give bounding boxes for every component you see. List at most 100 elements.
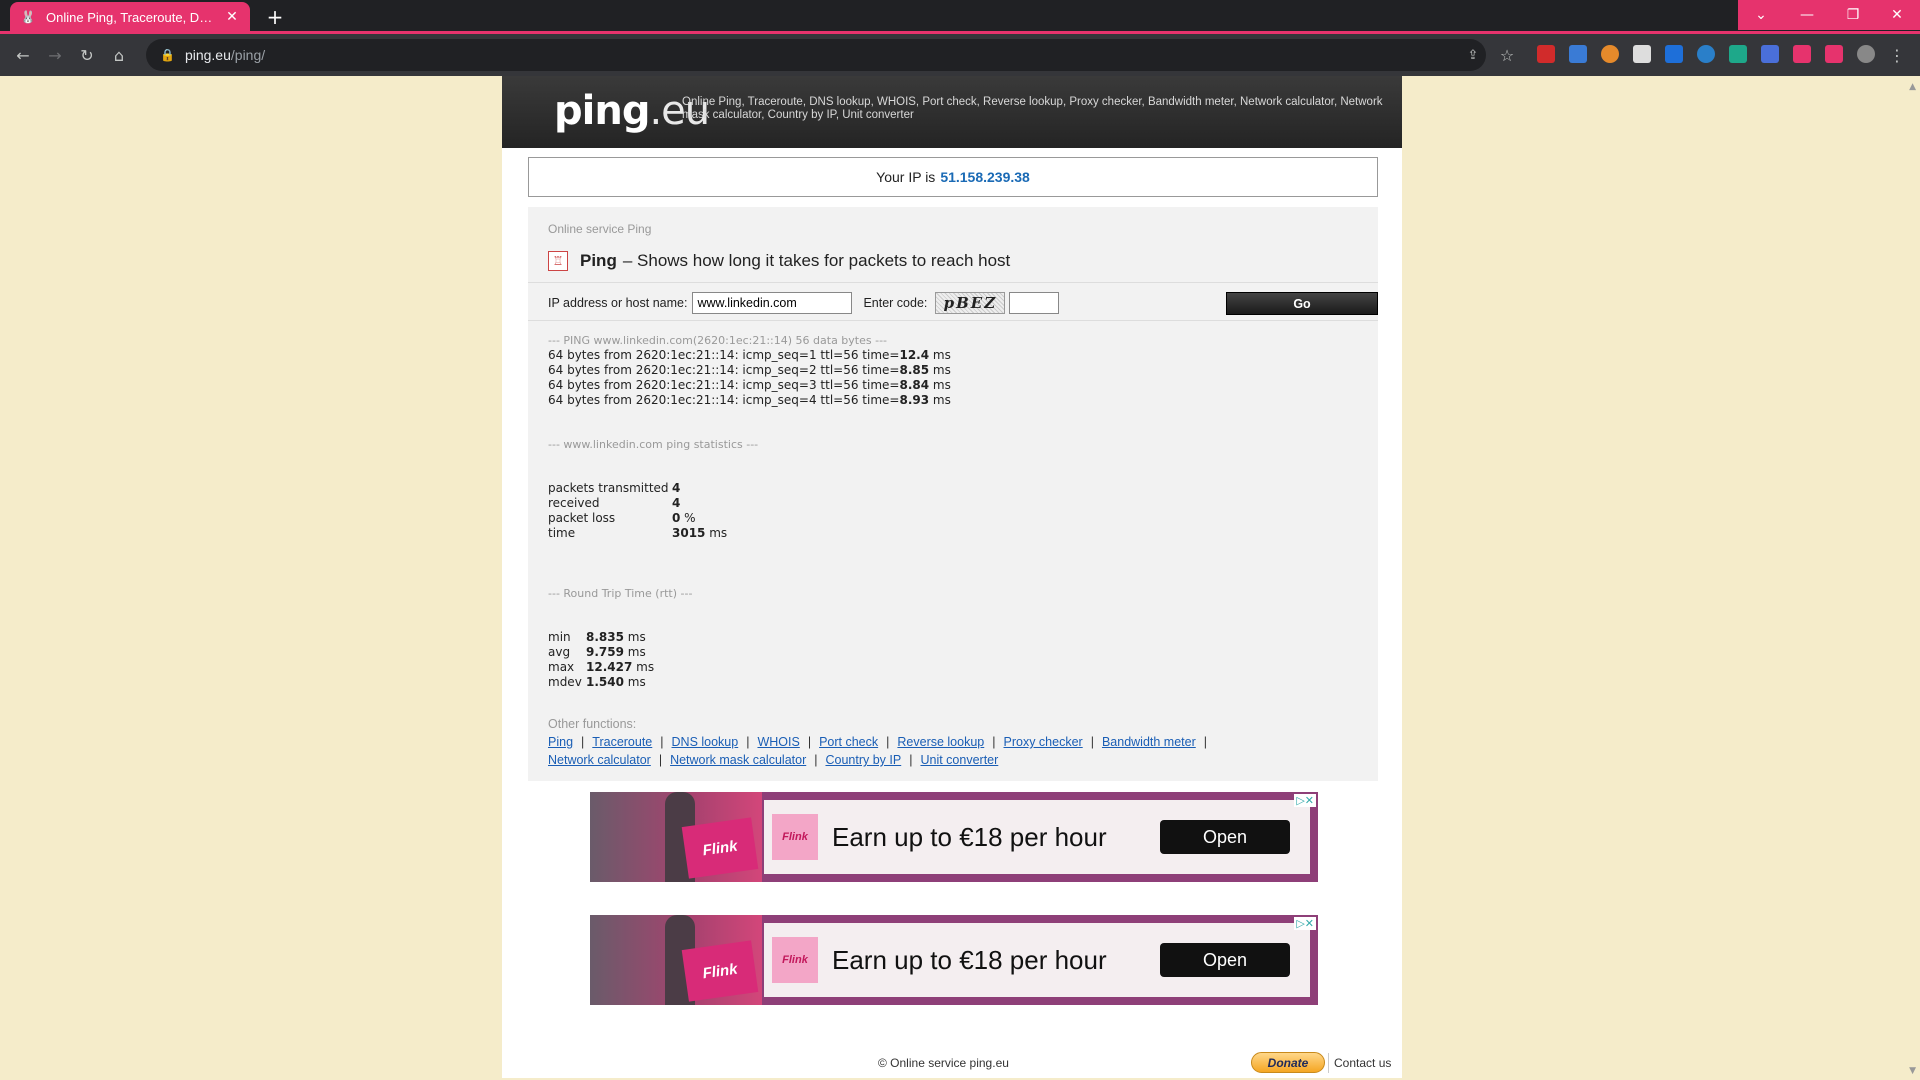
restore-icon[interactable]: ❐ xyxy=(1830,0,1876,30)
tab-bar: 🐰 Online Ping, Traceroute, DNS lookup, W… xyxy=(0,0,1920,34)
reload-icon[interactable]: ↻ xyxy=(74,42,100,68)
shield-extension-icon[interactable] xyxy=(1729,45,1747,63)
browser-tab[interactable]: 🐰 Online Ping, Traceroute, DNS lookup, W… xyxy=(10,2,250,32)
ad-card-inner: Flink Earn up to €18 per hour Open xyxy=(764,923,1310,997)
ad-photo: Flink xyxy=(590,915,762,1005)
forward-icon[interactable]: → xyxy=(42,42,68,68)
code-input[interactable] xyxy=(1009,292,1060,314)
rtt-unit: ms xyxy=(623,630,646,644)
extension-red-icon[interactable] xyxy=(1537,45,1555,63)
rtt-header: --- Round Trip Time (rtt) --- xyxy=(548,587,693,600)
page-viewport: ▲ ▼ ping.eu Online Ping, Traceroute, DNS… xyxy=(0,76,1920,1080)
link-bandwidth-meter[interactable]: Bandwidth meter xyxy=(1102,735,1196,749)
other-functions-links: Ping | Traceroute | DNS lookup | WHOIS | Port ch… xyxy=(548,733,1368,751)
link-unit-converter[interactable]: Unit converter xyxy=(920,753,998,767)
link-ping[interactable]: Ping xyxy=(548,735,573,749)
rtt-key: max xyxy=(548,660,575,674)
ad-card: Flink Earn up to €18 per hour Open xyxy=(762,792,1318,882)
profile-avatar[interactable] xyxy=(1857,45,1875,63)
close-window-icon[interactable]: ✕ xyxy=(1874,0,1920,30)
ad-banner[interactable]: Flink Flink Earn up to €18 per hour Open… xyxy=(590,915,1318,1005)
link-reverse-lookup[interactable]: Reverse lookup xyxy=(897,735,984,749)
bitwarden-icon[interactable] xyxy=(1665,45,1683,63)
reply-unit: ms xyxy=(929,363,951,377)
lock-icon[interactable]: 🔒 xyxy=(160,48,175,62)
reply-line: 64 bytes from 2620:1ec:21::14: icmp_seq=… xyxy=(548,378,951,393)
stats-table: packets transmitted 4 received 4 packet lo… xyxy=(548,481,727,541)
ad-open-button[interactable]: Open xyxy=(1160,820,1290,854)
metamask-icon[interactable] xyxy=(1601,45,1619,63)
adchoices-icon[interactable]: ▷✕ xyxy=(1294,917,1316,930)
url-host: ping.eu xyxy=(184,47,231,63)
logo-main: ping xyxy=(554,88,650,134)
rtt-key: avg xyxy=(548,645,571,659)
rtt-value: 12.427 xyxy=(586,660,633,674)
url-path: /ping/ xyxy=(230,47,266,63)
menu-kebab-icon[interactable]: ⋮ xyxy=(1884,42,1910,68)
link-port-check[interactable]: Port check xyxy=(819,735,878,749)
adchoices-icon[interactable]: ▷✕ xyxy=(1294,794,1316,807)
link-country-by-ip[interactable]: Country by IP xyxy=(825,753,901,767)
ad-headline: Earn up to €18 per hour xyxy=(832,821,1107,852)
browser-toolbar: ← → ↻ ⌂ 🔒 ping.eu/ping/ ⇪ ☆ ⋮ xyxy=(0,34,1920,76)
service-description: – Shows how long it takes for packets to… xyxy=(622,251,1011,270)
rtt-value: 8.835 xyxy=(586,630,624,644)
ad-banner[interactable]: Flink Flink Earn up to €18 per hour Open… xyxy=(590,792,1318,882)
site-footer: © Online service ping.eu Donate Contact … xyxy=(502,1048,1402,1078)
new-tab-button[interactable]: + xyxy=(262,4,288,30)
link-separator: | xyxy=(746,735,750,749)
link-traceroute[interactable]: Traceroute xyxy=(592,735,652,749)
link-network-calculator[interactable]: Network calculator xyxy=(548,753,651,767)
tab-search-icon[interactable]: ⌄ xyxy=(1738,0,1784,30)
ad-headline: Earn up to €18 per hour xyxy=(832,944,1107,975)
ping-tower-icon: ♖ xyxy=(548,251,568,271)
reply-text: 64 bytes from 2620:1ec:21::14: icmp_seq=… xyxy=(548,348,900,362)
minimize-icon[interactable]: — xyxy=(1784,0,1830,30)
extension-badge-icon[interactable] xyxy=(1697,45,1715,63)
translate-icon[interactable] xyxy=(1761,45,1779,63)
qr-extension-icon[interactable] xyxy=(1633,45,1651,63)
stats-value: 4 xyxy=(672,496,681,510)
side-panel-icon[interactable] xyxy=(1825,45,1843,63)
extension-blue-icon[interactable] xyxy=(1569,45,1587,63)
stats-unit: % xyxy=(680,511,696,525)
reply-unit: ms xyxy=(929,378,951,392)
link-separator: | xyxy=(581,735,585,749)
back-icon[interactable]: ← xyxy=(10,42,36,68)
link-dns-lookup[interactable]: DNS lookup xyxy=(672,735,739,749)
close-tab-icon[interactable]: ✕ xyxy=(224,9,240,25)
divider xyxy=(528,282,1378,283)
bookmark-star-icon[interactable]: ☆ xyxy=(1494,42,1520,68)
ad-card-inner: Flink Earn up to €18 per hour Open xyxy=(764,800,1310,874)
link-proxy-checker[interactable]: Proxy checker xyxy=(1004,735,1083,749)
reply-line: 64 bytes from 2620:1ec:21::14: icmp_seq=… xyxy=(548,348,951,363)
link-network-mask-calculator[interactable]: Network mask calculator xyxy=(670,753,806,767)
scroll-down-icon[interactable]: ▼ xyxy=(1909,1066,1916,1076)
puzzle-extensions-icon[interactable] xyxy=(1793,45,1811,63)
ad-open-button[interactable]: Open xyxy=(1160,943,1290,977)
rtt-value: 9.759 xyxy=(586,645,624,659)
rtt-value: 1.540 xyxy=(586,675,624,689)
address-bar[interactable]: 🔒 ping.eu/ping/ xyxy=(146,39,1486,71)
your-ip-box: Your IP is 51.158.239.38 xyxy=(528,157,1378,197)
rtt-row: max 12.427 ms xyxy=(548,660,654,675)
stats-header: --- www.linkedin.com ping statistics --- xyxy=(548,438,759,451)
scroll-up-icon[interactable]: ▲ xyxy=(1909,82,1916,92)
home-icon[interactable]: ⌂ xyxy=(106,42,132,68)
rtt-unit: ms xyxy=(632,660,655,674)
reply-time: 8.84 xyxy=(899,378,930,392)
rtt-row: min 8.835 ms xyxy=(548,630,654,645)
share-icon[interactable]: ⇪ xyxy=(1460,42,1486,68)
reply-time: 12.4 xyxy=(899,348,930,362)
host-input[interactable] xyxy=(692,292,853,314)
code-label: Enter code: xyxy=(863,296,928,310)
go-button[interactable]: Go xyxy=(1226,292,1378,315)
other-functions: Other functions: Ping | Traceroute | DNS loo… xyxy=(548,715,1368,769)
link-separator: | xyxy=(814,753,818,767)
link-whois[interactable]: WHOIS xyxy=(757,735,799,749)
stats-row: packet loss 0 % xyxy=(548,511,727,526)
donate-button[interactable]: Donate xyxy=(1251,1052,1325,1073)
stats-row: received 4 xyxy=(548,496,727,511)
contact-link[interactable]: Contact us xyxy=(1334,1056,1391,1070)
stats-value: 4 xyxy=(672,481,681,495)
